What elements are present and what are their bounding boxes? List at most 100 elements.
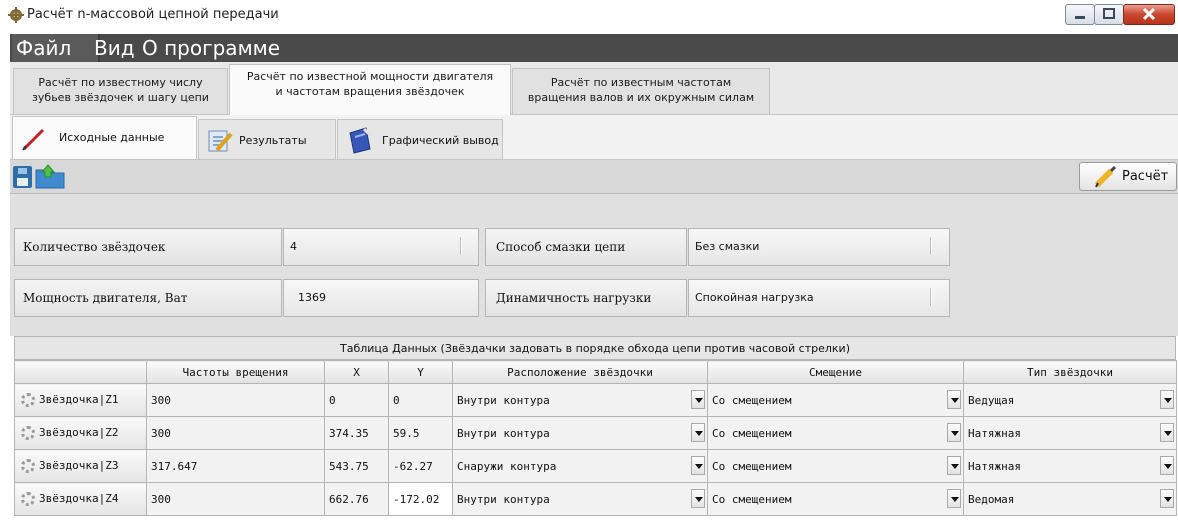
- select-grip[interactable]: [930, 237, 931, 255]
- sprocket-count-spinner[interactable]: 4: [283, 228, 479, 266]
- position-dropdown[interactable]: Внутри контура: [452, 383, 708, 417]
- position-dropdown[interactable]: Снаружи контура: [452, 449, 708, 483]
- offset-value: Со смещением: [712, 459, 792, 473]
- x-cell[interactable]: 374.35: [324, 416, 389, 450]
- sprocket-name: Звёздочка|Z1: [39, 393, 119, 406]
- column-header-sprocket-type[interactable]: Тип звёздочки: [963, 360, 1177, 384]
- offset-dropdown[interactable]: Со смещением: [707, 416, 964, 450]
- sprocket-type-dropdown[interactable]: Ведомая: [963, 482, 1177, 516]
- sprocket-type-dropdown[interactable]: Ведущая: [963, 383, 1177, 417]
- sprocket-name: Звёздочка|Z3: [39, 459, 119, 472]
- chevron-down-icon[interactable]: [947, 489, 961, 508]
- subtab-graphic-output[interactable]: Графический вывод: [337, 119, 503, 160]
- lubrication-method-value: Без смазки: [695, 240, 760, 253]
- sprocket-name: Звёздочка|Z2: [39, 426, 119, 439]
- position-dropdown[interactable]: Внутри контура: [452, 416, 708, 450]
- save-icon[interactable]: [13, 166, 32, 188]
- table-row: Звёздочка|Z4 300 662.76 -172.02 Внутри к…: [14, 482, 1177, 516]
- tab-by-power-and-speed[interactable]: Расчёт по известной мощности двигателя и…: [229, 64, 511, 116]
- subtab-results[interactable]: Результаты: [198, 119, 336, 160]
- offset-value: Со смещением: [712, 426, 792, 440]
- gear-icon: [21, 492, 35, 506]
- position-dropdown[interactable]: Внутри контура: [452, 482, 708, 516]
- subtab-input-data[interactable]: Исходные данные: [12, 116, 197, 160]
- chevron-down-icon[interactable]: [1160, 423, 1174, 442]
- open-folder-icon[interactable]: [35, 163, 65, 189]
- row-header[interactable]: Звёздочка|Z4: [14, 482, 147, 516]
- chevron-down-icon[interactable]: [1160, 489, 1174, 508]
- minimize-button[interactable]: [1065, 4, 1095, 25]
- results-notepad-icon: [208, 130, 233, 152]
- lubrication-method-select[interactable]: Без смазки: [688, 228, 950, 266]
- corner-header-cell: [14, 360, 147, 384]
- menu-file[interactable]: Файл: [12, 34, 100, 62]
- table-row: Звёздочка|Z3 317.647 543.75 -62.27 Снару…: [14, 449, 1177, 483]
- frequency-cell[interactable]: 300: [146, 482, 325, 516]
- chevron-down-icon[interactable]: [691, 456, 705, 475]
- tab-label-line2: вращения валов и их окружным силам: [527, 91, 755, 104]
- select-grip[interactable]: [930, 288, 931, 306]
- y-cell[interactable]: 0: [388, 383, 453, 417]
- y-cell[interactable]: -62.27: [388, 449, 453, 483]
- close-icon: [1142, 7, 1156, 21]
- sprocket-type-dropdown[interactable]: Натяжная: [963, 416, 1177, 450]
- gear-icon: [21, 393, 35, 407]
- column-header-y[interactable]: Y: [388, 360, 453, 384]
- sprocket-type-value: Натяжная: [968, 459, 1021, 473]
- row-header[interactable]: Звёздочка|Z2: [14, 416, 147, 450]
- chevron-down-icon[interactable]: [691, 489, 705, 508]
- sprocket-type-value: Ведомая: [968, 492, 1015, 506]
- tab-label-line1: Расчёт по известным частотам: [550, 76, 732, 89]
- frequency-cell[interactable]: 300: [146, 383, 325, 417]
- x-cell[interactable]: 662.76: [324, 482, 389, 516]
- offset-dropdown[interactable]: Со смещением: [707, 383, 964, 417]
- y-cell[interactable]: 59.5: [388, 416, 453, 450]
- menu-view[interactable]: Вид: [90, 34, 139, 62]
- sprocket-name: Звёздочка|Z4: [39, 492, 119, 505]
- tab-by-teeth-and-pitch[interactable]: Расчёт по известному числу зубьев звёздо…: [13, 68, 228, 115]
- y-cell[interactable]: -172.02: [388, 482, 453, 516]
- offset-dropdown[interactable]: Со смещением: [707, 449, 964, 483]
- spinner-grip[interactable]: [460, 237, 461, 255]
- load-dynamics-select[interactable]: Спокойная нагрузка: [688, 279, 950, 317]
- tab-by-frequencies-and-forces[interactable]: Расчёт по известным частотам вращения ва…: [512, 68, 770, 115]
- chevron-down-icon[interactable]: [1160, 390, 1174, 409]
- frequency-cell[interactable]: 317.647: [146, 449, 325, 483]
- sprocket-count-label: Количество звёздочек: [14, 228, 282, 266]
- subtab-label: Исходные данные: [59, 131, 165, 144]
- close-button[interactable]: [1123, 4, 1175, 25]
- table-row: Звёздочка|Z2 300 374.35 59.5 Внутри конт…: [14, 416, 1177, 450]
- chevron-down-icon[interactable]: [947, 456, 961, 475]
- row-header[interactable]: Звёздочка|Z1: [14, 383, 147, 417]
- load-dynamics-label: Динамичность нагрузки: [485, 279, 687, 317]
- load-dynamics-value: Спокойная нагрузка: [695, 291, 814, 304]
- column-header-x[interactable]: X: [324, 360, 389, 384]
- motor-power-label: Мощность двигателя, Ват: [14, 279, 282, 317]
- chevron-down-icon[interactable]: [691, 390, 705, 409]
- motor-power-input[interactable]: 1369: [283, 279, 479, 317]
- offset-dropdown[interactable]: Со смещением: [707, 482, 964, 516]
- window-title: Расчёт n-массовой цепной передачи: [27, 7, 279, 22]
- calculate-pencil-icon: [1094, 166, 1117, 188]
- subtab-label: Графический вывод: [382, 134, 499, 147]
- chevron-down-icon[interactable]: [691, 423, 705, 442]
- frequency-cell[interactable]: 300: [146, 416, 325, 450]
- position-value: Внутри контура: [457, 426, 550, 440]
- x-cell[interactable]: 0: [324, 383, 389, 417]
- toolbar: Расчёт: [10, 160, 1178, 194]
- calculate-button[interactable]: Расчёт: [1079, 162, 1177, 191]
- column-header-offset[interactable]: Смещение: [707, 360, 964, 384]
- chevron-down-icon[interactable]: [1160, 456, 1174, 475]
- menu-about[interactable]: О программе: [138, 34, 284, 62]
- column-header-position[interactable]: Расположение звёздочки: [452, 360, 708, 384]
- title-bar: Расчёт n-массовой цепной передачи: [0, 0, 1178, 34]
- x-cell[interactable]: 543.75: [324, 449, 389, 483]
- row-header[interactable]: Звёздочка|Z3: [14, 449, 147, 483]
- maximize-button[interactable]: [1094, 4, 1124, 25]
- sprocket-data-table: Частоты врещения X Y Расположение звёздо…: [14, 360, 1177, 516]
- chevron-down-icon[interactable]: [947, 423, 961, 442]
- view-subtabs: Исходные данные Результаты Графический в…: [10, 115, 1178, 160]
- sprocket-type-dropdown[interactable]: Натяжная: [963, 449, 1177, 483]
- column-header-frequency[interactable]: Частоты врещения: [146, 360, 325, 384]
- chevron-down-icon[interactable]: [947, 390, 961, 409]
